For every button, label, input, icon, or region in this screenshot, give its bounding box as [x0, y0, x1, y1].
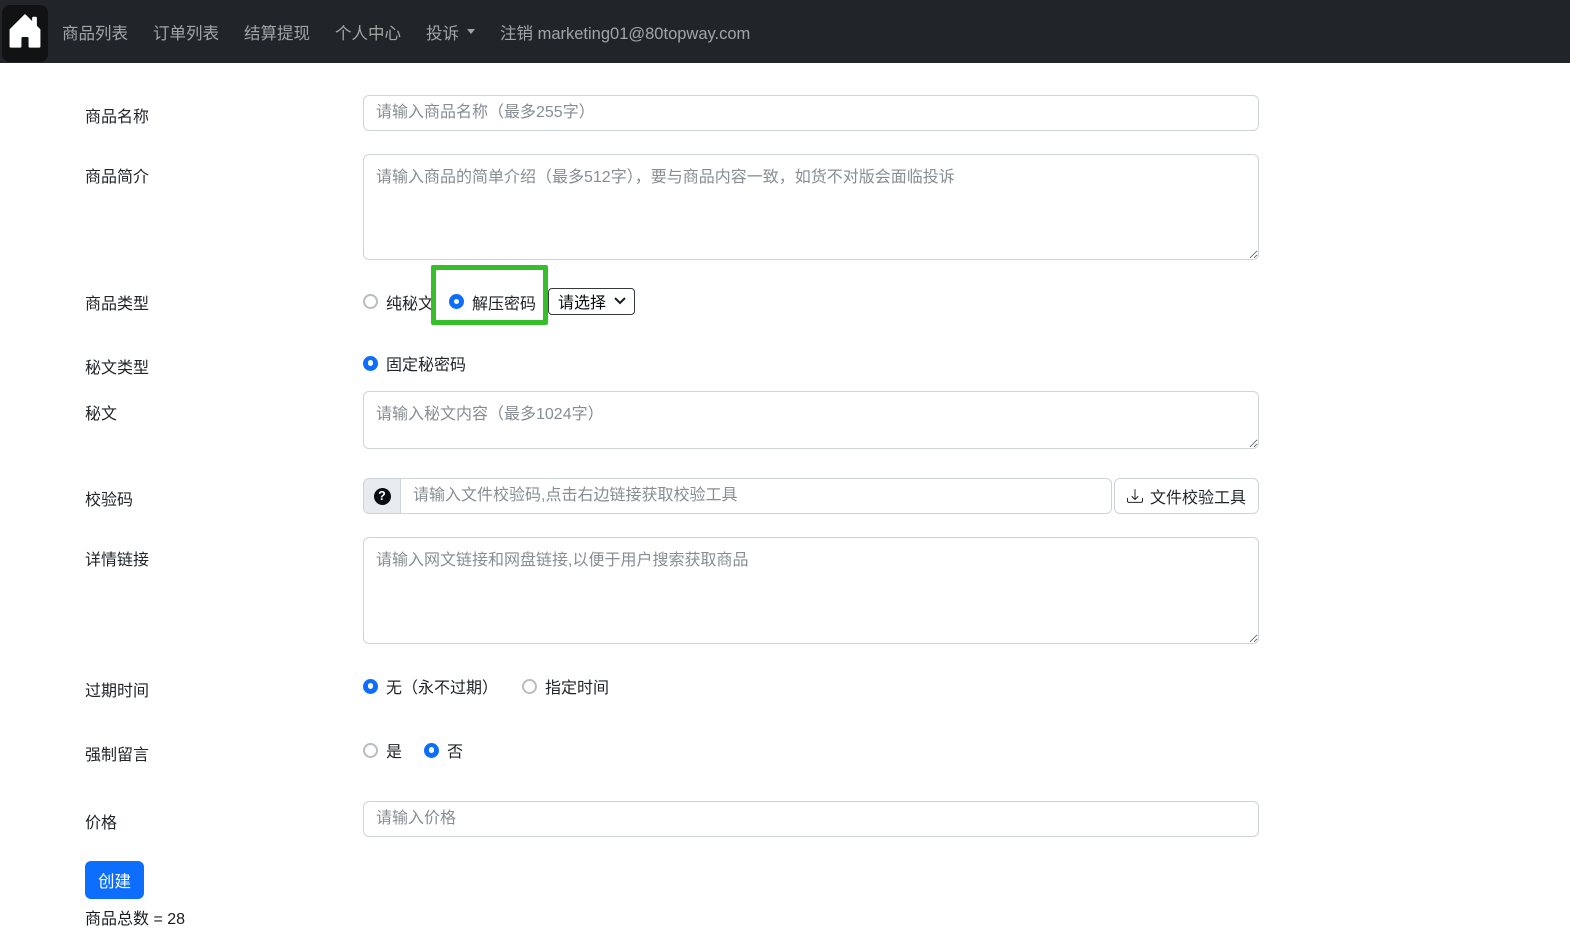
nav-item-product-list[interactable]: 商品列表 — [62, 20, 128, 44]
radio-option-yes[interactable]: 是 — [363, 738, 402, 762]
nav-item-complaint-dropdown[interactable]: 投诉 — [426, 20, 475, 44]
file-verify-tool-label: 文件校验工具 — [1150, 484, 1246, 508]
radio-option-unzip-password[interactable]: 解压密码 — [449, 290, 536, 314]
radio-label-never-expire: 无（永不过期） — [386, 674, 498, 698]
checksum-help-addon: ? — [363, 478, 401, 514]
row-detail-link: 详情链接 — [85, 537, 1570, 649]
product-type-label: 商品类型 — [85, 296, 149, 313]
row-secret-content: 秘文 — [85, 391, 1570, 454]
radio-label-fixed-password: 固定秘密码 — [386, 351, 466, 375]
expire-time-label: 过期时间 — [85, 683, 149, 700]
secret-type-label: 秘文类型 — [85, 360, 149, 377]
product-name-input[interactable] — [363, 95, 1259, 131]
checksum-input[interactable] — [401, 478, 1112, 514]
nav-menu: 商品列表 订单列表 结算提现 个人中心 投诉 注销 marketing01@80… — [62, 20, 750, 44]
radio-icon-no[interactable] — [424, 743, 439, 758]
row-expire-time: 过期时间 无（永不过期） 指定时间 — [85, 675, 1570, 701]
radio-option-pure-secret[interactable]: 纯秘文 — [363, 290, 434, 314]
price-input[interactable] — [363, 801, 1259, 837]
radio-label-yes: 是 — [386, 738, 402, 762]
type-select-value: 请选择 — [558, 289, 606, 313]
force-message-label: 强制留言 — [85, 747, 149, 764]
home-button[interactable] — [2, 5, 48, 62]
caret-down-icon — [467, 29, 475, 34]
row-price: 价格 — [85, 801, 1570, 837]
nav-item-settlement[interactable]: 结算提现 — [244, 20, 310, 44]
radio-option-specified-time[interactable]: 指定时间 — [522, 674, 609, 698]
secret-content-textarea[interactable] — [363, 391, 1259, 449]
nav-item-logout[interactable]: 注销 marketing01@80topway.com — [500, 20, 750, 44]
price-label: 价格 — [85, 815, 117, 832]
radio-label-no: 否 — [447, 738, 463, 762]
row-product-name: 商品名称 — [85, 95, 1570, 131]
radio-label-unzip-password: 解压密码 — [472, 290, 536, 314]
product-name-label: 商品名称 — [85, 109, 149, 126]
radio-icon-fixed-password[interactable] — [363, 356, 378, 371]
radio-icon-specified-time[interactable] — [522, 679, 537, 694]
navbar: 商品列表 订单列表 结算提现 个人中心 投诉 注销 marketing01@80… — [0, 0, 1570, 63]
row-product-intro: 商品简介 — [85, 154, 1570, 265]
radio-option-no[interactable]: 否 — [424, 738, 463, 762]
product-total-count: 商品总数 = 28 — [85, 905, 1570, 929]
chevron-down-icon — [614, 297, 626, 305]
radio-label-specified-time: 指定时间 — [545, 674, 609, 698]
nav-item-personal-center[interactable]: 个人中心 — [335, 20, 401, 44]
product-intro-textarea[interactable] — [363, 154, 1259, 260]
radio-icon-unzip-password[interactable] — [449, 294, 464, 309]
radio-icon-pure-secret[interactable] — [363, 294, 378, 309]
radio-option-fixed-password[interactable]: 固定秘密码 — [363, 351, 466, 375]
row-product-type: 商品类型 纯秘文 解压密码 请选择 — [85, 288, 1570, 315]
row-force-message: 强制留言 是 否 — [85, 739, 1570, 765]
nav-item-complaint-label: 投诉 — [426, 20, 459, 44]
radio-option-never-expire[interactable]: 无（永不过期） — [363, 674, 498, 698]
type-select[interactable]: 请选择 — [548, 288, 635, 315]
detail-link-textarea[interactable] — [363, 537, 1259, 644]
nav-item-order-list[interactable]: 订单列表 — [153, 20, 219, 44]
radio-icon-never-expire[interactable] — [363, 679, 378, 694]
row-checksum: 校验码 ? 文件校验工具 — [85, 478, 1570, 514]
file-verify-tool-button[interactable]: 文件校验工具 — [1114, 478, 1259, 514]
radio-icon-yes[interactable] — [363, 743, 378, 758]
question-circle-icon: ? — [374, 488, 391, 505]
download-icon — [1127, 488, 1143, 504]
row-secret-type: 秘文类型 固定秘密码 — [85, 352, 1570, 378]
secret-content-label: 秘文 — [85, 406, 117, 423]
create-product-form: 商品名称 商品简介 商品类型 纯秘文 解压密码 请选择 — [0, 63, 1570, 929]
detail-link-label: 详情链接 — [85, 552, 149, 569]
product-intro-label: 商品简介 — [85, 169, 149, 186]
create-button[interactable]: 创建 — [85, 861, 144, 899]
house-icon — [6, 12, 44, 55]
radio-label-pure-secret: 纯秘文 — [386, 290, 434, 314]
checksum-label: 校验码 — [85, 492, 133, 509]
